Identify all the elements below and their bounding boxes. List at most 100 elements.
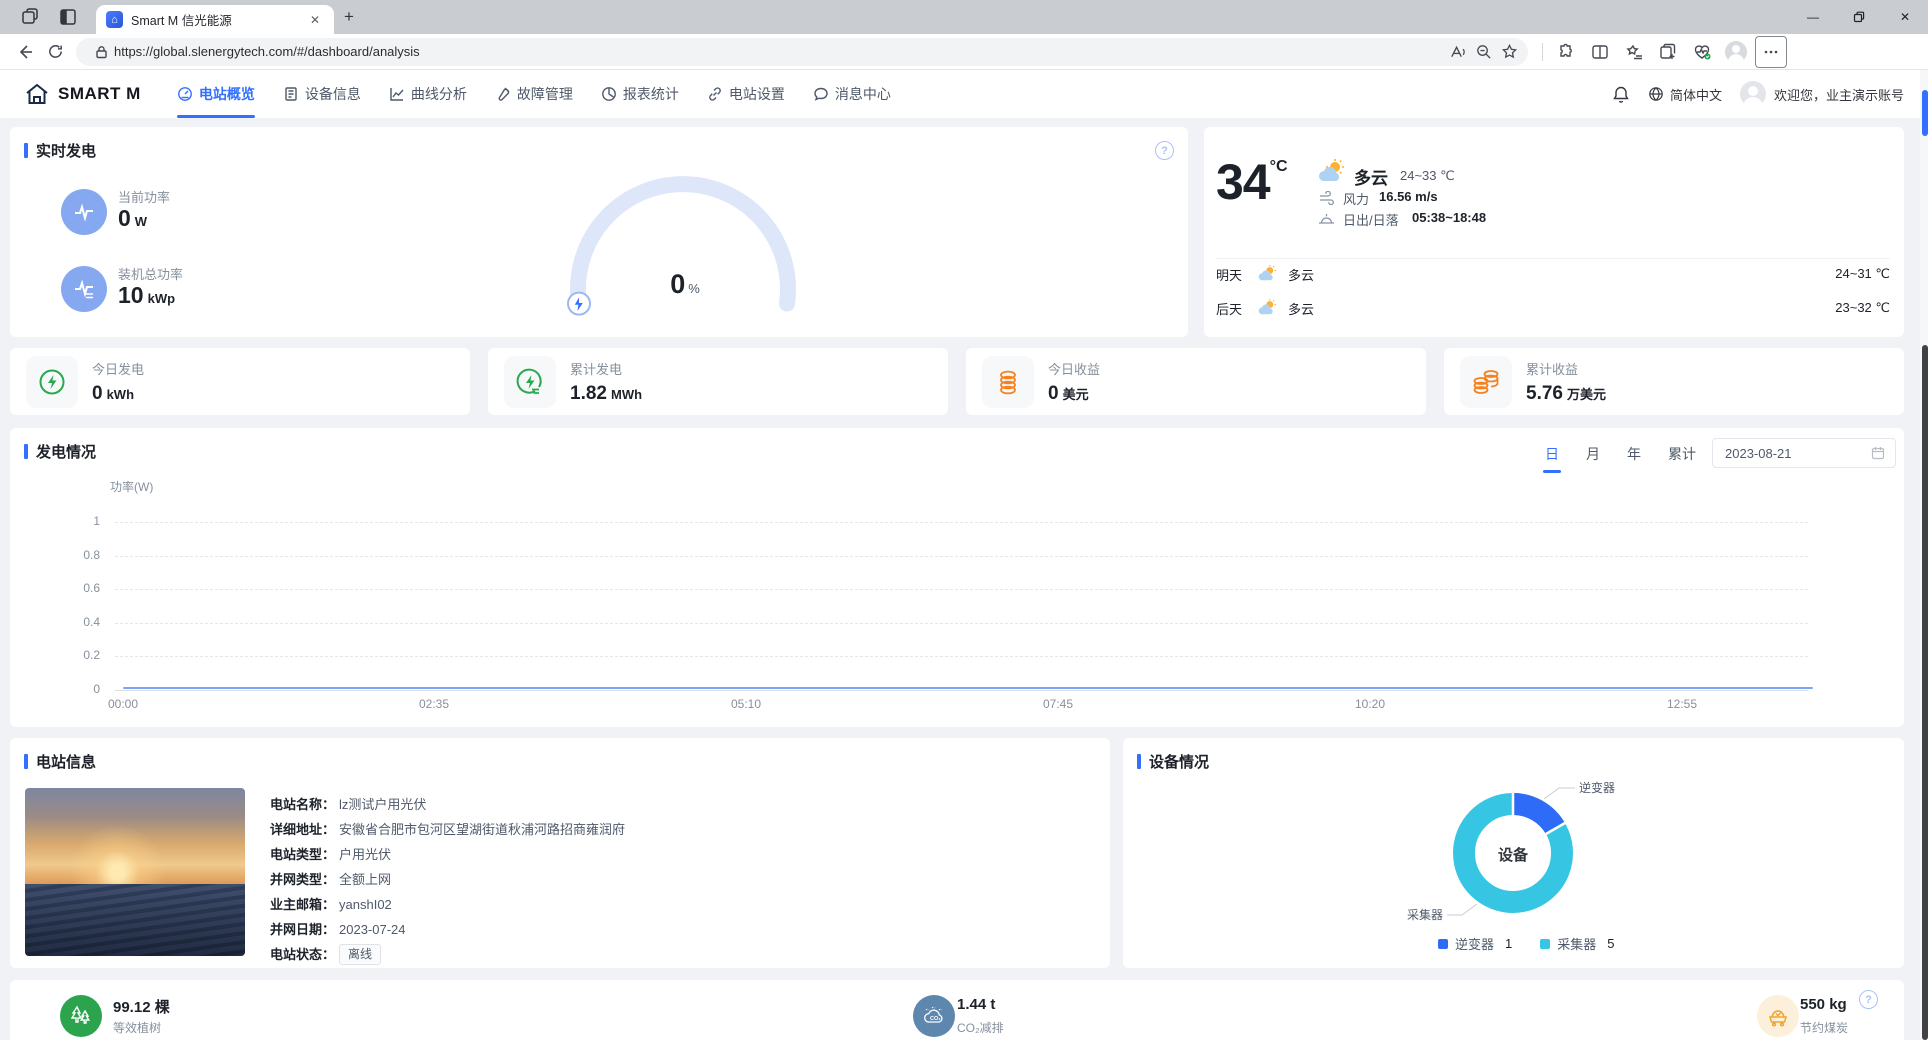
- close-button[interactable]: ✕: [1882, 0, 1928, 34]
- extensions-icon[interactable]: [1551, 37, 1581, 67]
- trees-value: 99.12 棵: [113, 996, 170, 1017]
- nav-item-fault-management[interactable]: 故障管理: [495, 70, 573, 118]
- browser-tab[interactable]: ⌂ Smart M 信光能源 ✕: [96, 5, 334, 34]
- device-list-icon: [283, 86, 299, 102]
- tab-total[interactable]: 累计: [1668, 444, 1696, 464]
- pie-chart-icon: [601, 86, 617, 102]
- gridline: [115, 556, 1808, 557]
- favorites-list-icon[interactable]: [1619, 37, 1649, 67]
- collections-icon[interactable]: [1653, 37, 1683, 67]
- date-picker[interactable]: 2023-08-21: [1712, 438, 1896, 468]
- profile-avatar[interactable]: [1721, 37, 1751, 67]
- favorite-star-icon[interactable]: [1496, 39, 1522, 65]
- x-tick: 02:35: [404, 697, 464, 711]
- browser-toolbar: https://global.slenergytech.com/#/dashbo…: [0, 34, 1928, 70]
- scrollbar-blue-segment[interactable]: [1922, 90, 1928, 136]
- nav-item-curve-analysis[interactable]: 曲线分析: [389, 70, 467, 118]
- tree-icon: [60, 995, 102, 1037]
- zoom-out-icon[interactable]: [1470, 39, 1496, 65]
- tab-title: Smart M 信光能源: [131, 10, 306, 29]
- nav-label: 故障管理: [517, 84, 573, 104]
- co2-icon: CO₂: [913, 995, 955, 1037]
- forecast-range: 24~31 ℃: [1835, 266, 1890, 282]
- address-bar[interactable]: https://global.slenergytech.com/#/dashbo…: [76, 38, 1528, 66]
- curve-chart-icon: [389, 86, 405, 102]
- donut-center-label: 设备: [1473, 844, 1553, 865]
- plant-field-row: 并网类型：全额上网: [270, 871, 391, 888]
- y-tick: 0.2: [60, 648, 100, 662]
- section-title-text: 实时发电: [36, 140, 96, 161]
- calendar-icon: [1871, 446, 1885, 460]
- gridline: [115, 656, 1808, 657]
- power-series-line: [123, 687, 1813, 689]
- nav-item-plant-settings[interactable]: 电站设置: [707, 70, 785, 118]
- current-power-label: 当前功率: [118, 187, 170, 206]
- nav-item-message-center[interactable]: 消息中心: [813, 70, 891, 118]
- section-title-text: 设备情况: [1149, 751, 1209, 772]
- minimize-button[interactable]: —: [1790, 0, 1836, 34]
- tab-year[interactable]: 年: [1627, 444, 1641, 464]
- current-power-icon: [61, 189, 107, 235]
- y-tick: 1: [60, 514, 100, 528]
- back-icon[interactable]: [10, 37, 40, 67]
- legend-collector[interactable]: 采集器 5: [1540, 934, 1614, 953]
- refresh-icon[interactable]: [40, 37, 70, 67]
- tab-month[interactable]: 月: [1586, 444, 1600, 464]
- scrollbar-thumb[interactable]: [1922, 345, 1928, 1040]
- workspaces-icon[interactable]: [20, 7, 40, 27]
- nav-item-report-statistics[interactable]: 报表统计: [601, 70, 679, 118]
- forecast-condition: 多云: [1288, 265, 1314, 284]
- notification-bell-icon[interactable]: [1612, 85, 1630, 104]
- current-power-value: 0W: [118, 205, 147, 232]
- lock-icon[interactable]: [88, 39, 114, 65]
- stat-label: 今日发电: [92, 359, 144, 378]
- period-tabs: 日 月 年 累计: [1545, 444, 1696, 464]
- plant-field-row: 业主邮箱：yanshI02: [270, 896, 392, 913]
- y-axis-label: 功率(W): [110, 478, 153, 495]
- new-tab-button[interactable]: +: [344, 7, 354, 27]
- stat-card-today-revenue: 今日收益 0美元: [966, 348, 1426, 415]
- title-accent-bar: [24, 754, 28, 769]
- nav-item-device-info[interactable]: 设备信息: [283, 70, 361, 118]
- tab-actions-icon[interactable]: [58, 7, 78, 27]
- help-icon[interactable]: ?: [1155, 141, 1174, 160]
- brand[interactable]: SMART M: [24, 82, 141, 106]
- help-icon[interactable]: ?: [1859, 990, 1878, 1009]
- wrench-icon: [495, 86, 511, 102]
- tab-close-icon[interactable]: ✕: [306, 11, 324, 29]
- read-aloud-icon[interactable]: [1444, 39, 1470, 65]
- stat-card-total-generation: 累计发电 1.82MWh: [488, 348, 948, 415]
- x-tick: 10:20: [1340, 697, 1400, 711]
- stat-value: 0kWh: [92, 383, 144, 405]
- weather-condition: 多云: [1354, 164, 1388, 189]
- section-title-generation: 发电情况: [24, 441, 96, 462]
- brand-name: SMART M: [58, 84, 141, 104]
- dashboard-content: 实时发电 ? 当前功率 0W 装机总功率: [0, 118, 1928, 1040]
- nav-label: 消息中心: [835, 84, 891, 104]
- welcome-text: 欢迎您，业主演示账号: [1774, 85, 1904, 104]
- plant-field-row: 详细地址：安徽省合肥市包河区望湖街道秋浦河路招商雍润府: [270, 821, 625, 838]
- svg-text:CO₂: CO₂: [930, 1016, 941, 1022]
- forecast-range: 23~32 ℃: [1835, 300, 1890, 316]
- split-screen-icon[interactable]: [1585, 37, 1615, 67]
- settings-more-icon[interactable]: [1755, 36, 1787, 68]
- url-text[interactable]: https://global.slenergytech.com/#/dashbo…: [114, 44, 1444, 59]
- stat-label: 今日收益: [1048, 359, 1100, 378]
- plant-photo: [25, 788, 245, 956]
- weather-range: 24~33 ℃: [1400, 168, 1455, 184]
- message-bubble-icon: [813, 86, 829, 102]
- coal-icon: [1757, 995, 1799, 1037]
- nav-item-plant-overview[interactable]: 电站概览: [177, 70, 255, 118]
- account-menu[interactable]: 欢迎您，业主演示账号: [1740, 81, 1904, 107]
- restore-button[interactable]: [1836, 0, 1882, 34]
- power-gauge: [530, 152, 840, 330]
- language-switcher[interactable]: 简体中文: [1648, 85, 1722, 104]
- nav-label: 设备信息: [305, 84, 361, 104]
- tab-day[interactable]: 日: [1545, 444, 1559, 464]
- browser-essentials-icon[interactable]: [1687, 37, 1717, 67]
- nav-label: 曲线分析: [411, 84, 467, 104]
- nav-label: 报表统计: [623, 84, 679, 104]
- legend-inverter[interactable]: 逆变器 1: [1438, 934, 1512, 953]
- callout-collector: 采集器: [1407, 907, 1443, 922]
- nav-label: 电站概览: [199, 84, 255, 104]
